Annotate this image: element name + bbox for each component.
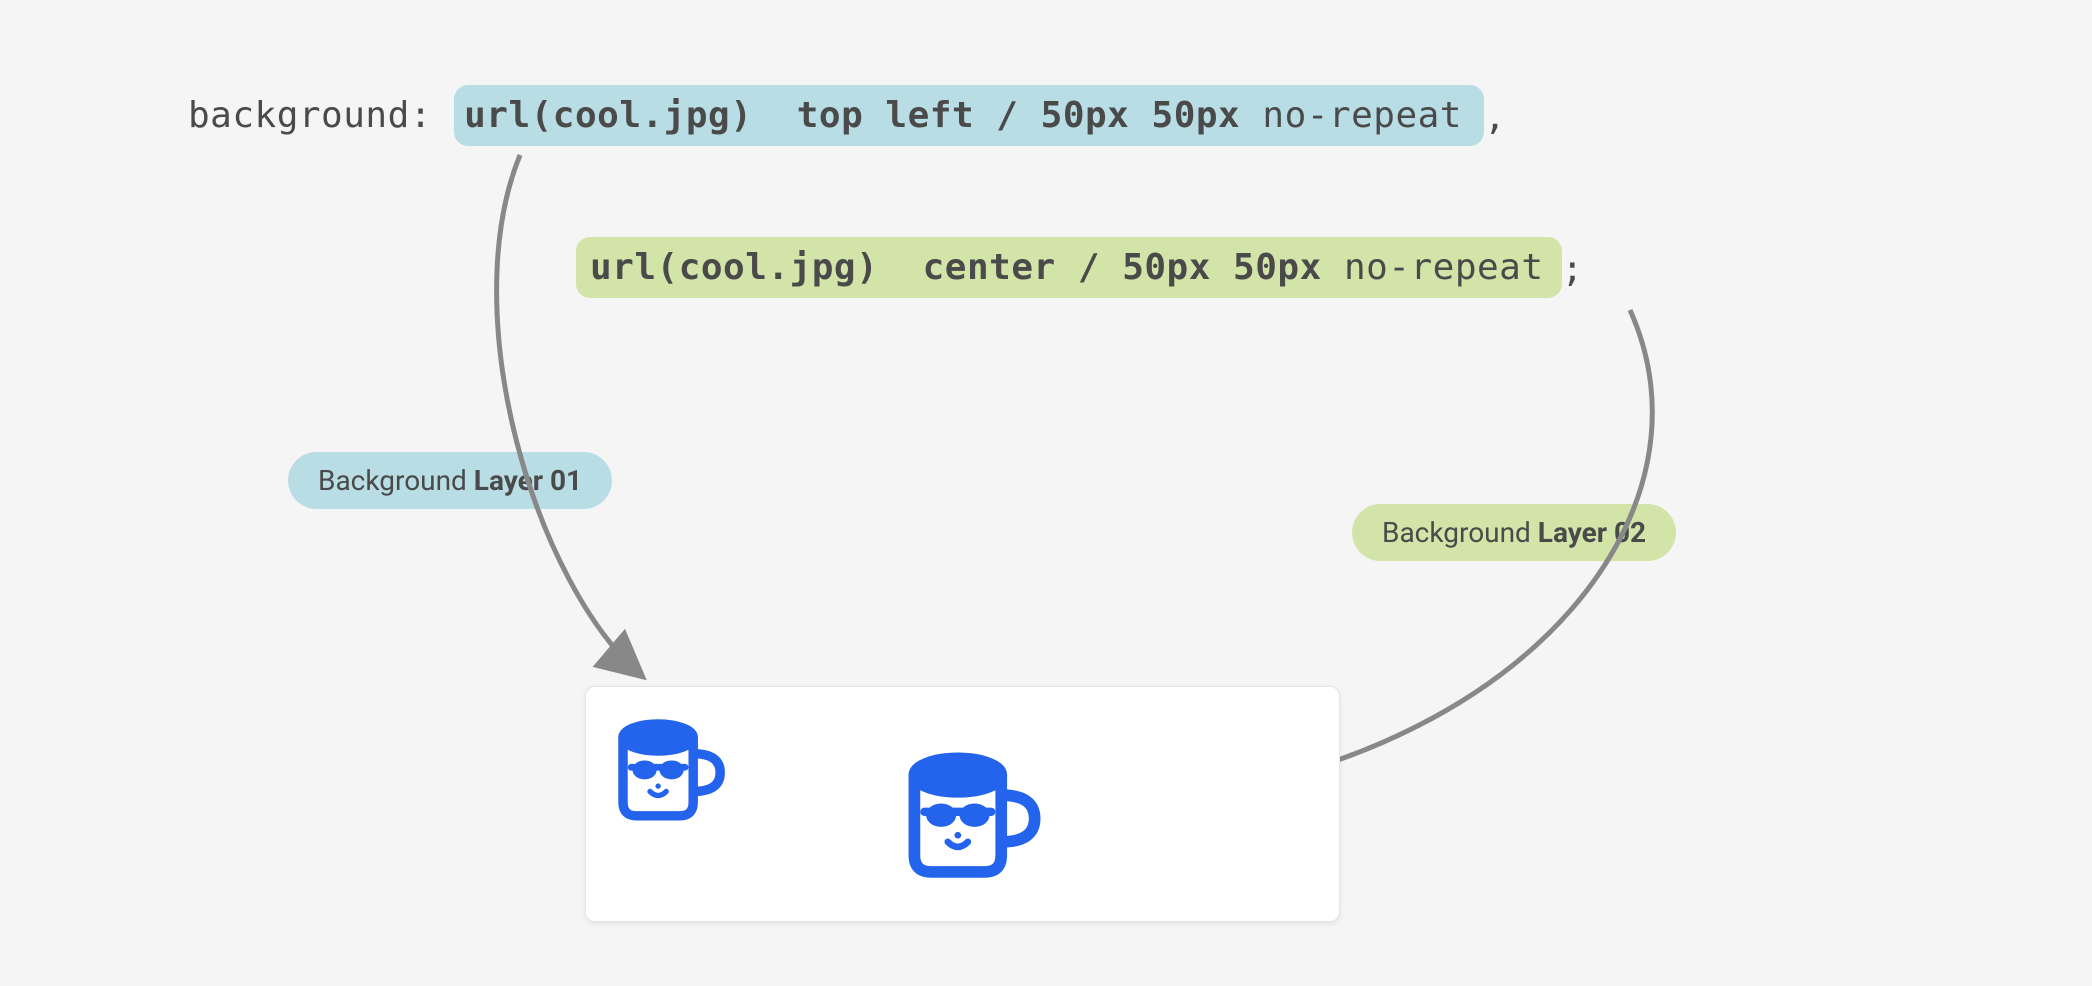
layer2-position: center / 50px 50px <box>923 247 1322 288</box>
code-line-1: background: url(cool.jpg) top left / 50p… <box>188 85 1506 146</box>
arrow-layer1 <box>475 145 775 705</box>
mug-icon-center <box>881 725 1048 892</box>
layer1-position: top left / 50px 50px <box>797 95 1240 136</box>
layer1-badge-prefix: Background <box>318 464 474 497</box>
layer1-url: url(cool.jpg) <box>464 95 752 136</box>
layer2-repeat: no-repeat <box>1344 247 1544 288</box>
layer2-semicolon: ; <box>1562 249 1584 290</box>
layer1-highlight: url(cool.jpg) top left / 50px 50px no-re… <box>454 85 1484 146</box>
css-property: background: <box>188 95 432 136</box>
preview-box <box>585 686 1340 922</box>
layer1-repeat: no-repeat <box>1262 95 1462 136</box>
mug-icon-topleft <box>596 697 731 832</box>
layer1-comma: , <box>1484 97 1506 138</box>
